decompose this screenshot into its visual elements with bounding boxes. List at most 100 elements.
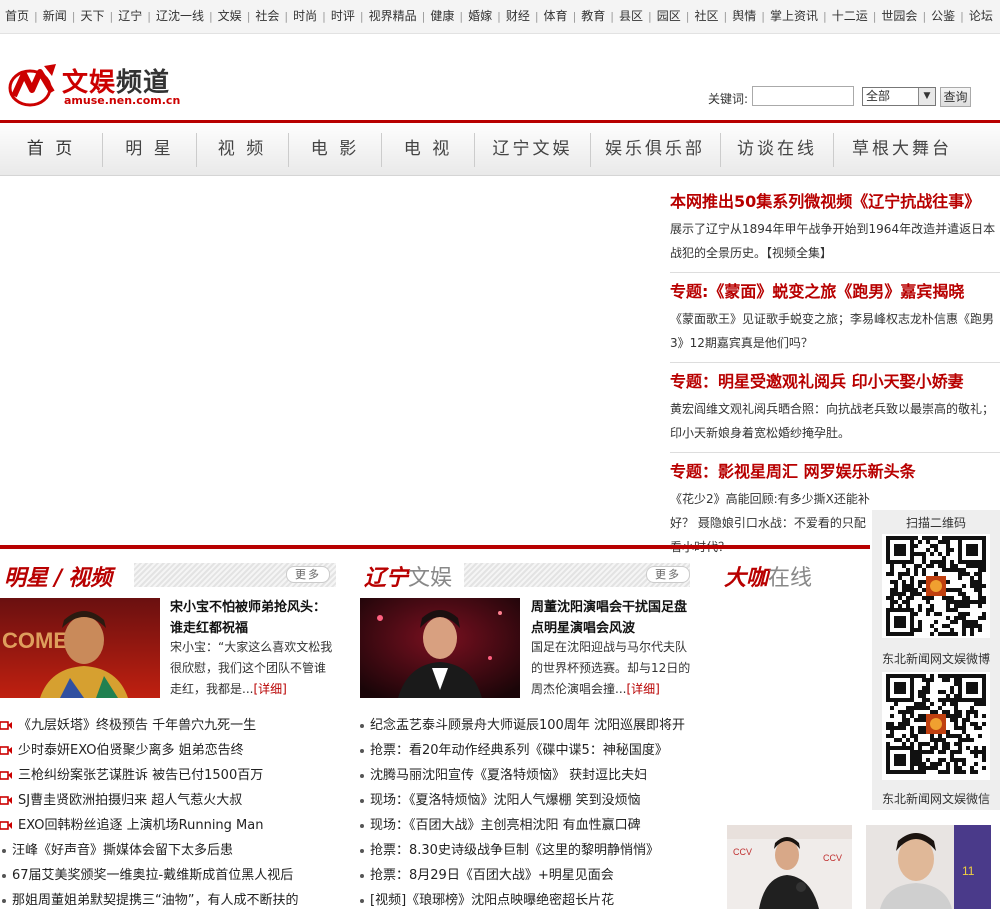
section-title-a: 大咖 — [724, 565, 769, 591]
top-nav-item[interactable]: 文娱 — [213, 0, 247, 32]
main-nav-item[interactable]: 视 频 — [196, 123, 288, 176]
qr-box-weixin[interactable] — [882, 672, 990, 780]
feature-title-liaoning[interactable]: 周董沈阳演唱会干扰国足盘点明星演唱会风波 — [531, 597, 691, 639]
main-nav: 首 页明 星视 频电 影电 视辽宁文娱 娱乐俱乐部 访谈在线 草根大舞台 — [0, 120, 1000, 176]
site-logo[interactable]: 文娱频道 amuse.nen.com.cn — [8, 62, 188, 112]
top-nav-item[interactable]: 财经 — [501, 0, 535, 32]
top-nav-item[interactable]: 体育 — [539, 0, 573, 32]
main-nav-item[interactable]: 娱乐俱乐部 — [590, 123, 720, 176]
search-input[interactable] — [752, 86, 854, 106]
top-nav-item[interactable]: 天下 — [75, 0, 109, 32]
top-nav-item[interactable]: 视界精品 — [364, 0, 422, 32]
bullet-icon — [2, 898, 6, 903]
headline-title[interactable]: 专题：明星受邀观礼阅兵 印小天娶小娇妻 — [670, 370, 1000, 394]
top-nav-item[interactable]: 辽宁 — [113, 0, 147, 32]
top-nav-item[interactable]: 辽沈一线 — [151, 0, 209, 32]
bullet-icon — [360, 723, 364, 728]
list-item[interactable]: 《九层妖塔》终极预告 千年兽穴九死一生 — [0, 713, 340, 738]
section-title-a: 明星 — [4, 565, 49, 591]
main-nav-item[interactable]: 访谈在线 — [721, 123, 833, 176]
list-item[interactable]: 沈腾马丽沈阳宣传《夏洛特烦恼》 获封逗比夫妇 — [358, 763, 702, 788]
main-nav-item[interactable]: 首 页 — [0, 123, 102, 176]
top-nav-item[interactable]: 论坛 — [964, 0, 998, 32]
feature-image-liaoning[interactable] — [360, 598, 520, 698]
top-nav-item[interactable]: 新闻 — [38, 0, 72, 32]
headline-desc: 《蒙面歌王》见证歌手蜕变之旅；李易峰权志龙朴信惠《跑男3》12期嘉宾真是他们吗？ — [670, 312, 995, 350]
list-item[interactable]: 现场：《夏洛特烦恼》沈阳人气爆棚 笑到没烦恼 — [358, 788, 702, 813]
list-item[interactable]: 汪峰《好声音》撕媒体会留下太多后患 — [0, 838, 340, 863]
top-nav-item[interactable]: 县区 — [614, 0, 648, 32]
more-button-liaoning[interactable]: 更多 — [646, 566, 690, 583]
top-nav-item[interactable]: 首页 — [0, 0, 34, 32]
list-item-text: 抢票：看20年动作经典系列《碟中谍5：神秘国度》 — [370, 743, 668, 758]
bullet-icon — [360, 848, 364, 853]
feature-desc-star: 宋小宝：“大家这么喜欢文松我很欣慰，我们这个团队不管谁走红，我都是...[详细] — [170, 637, 335, 700]
svg-text:CCV: CCV — [823, 853, 842, 863]
top-nav-item[interactable]: 教育 — [576, 0, 610, 32]
top-nav-item[interactable]: 园区 — [652, 0, 686, 32]
video-icon — [0, 771, 12, 780]
list-item[interactable]: 三枪纠纷案张艺谋胜诉 被告已付1500百万 — [0, 763, 340, 788]
list-item[interactable]: SJ曹圭贤欧洲拍摄归来 超人气惹火大叔 — [0, 788, 340, 813]
feature-more-link[interactable]: [详细] — [253, 682, 286, 696]
main-nav-item[interactable]: 明 星 — [103, 123, 196, 176]
feature-more-link[interactable]: [详细] — [626, 682, 659, 696]
top-nav-item[interactable]: 十二运 — [827, 0, 873, 32]
list-item-text: 抢票：8月29日《百团大战》+明星见面会 — [370, 868, 614, 883]
main-nav-item[interactable]: 辽宁文娱 — [475, 123, 590, 176]
section-title-b: 文娱 — [408, 566, 453, 591]
feature-title-star[interactable]: 宋小宝不怕被师弟抢风头：谁走红都祝福 — [170, 597, 335, 639]
qr-box-weibo[interactable] — [882, 534, 990, 638]
list-item[interactable]: 现场：《百团大战》主创亮相沈阳 有血性赢口碑 — [358, 813, 702, 838]
list-item[interactable]: EXO回韩粉丝追逐 上演机场Running Man — [0, 813, 340, 838]
list-item[interactable]: 少时泰妍EXO伯贤聚少离多 姐弟恋告终 — [0, 738, 340, 763]
headline-title[interactable]: 本网推出50集系列微视频《辽宁抗战往事》 — [670, 190, 1000, 214]
top-nav-item[interactable]: 社会 — [250, 0, 284, 32]
list-item[interactable]: 抢票：8.30史诗级战争巨制《这里的黎明静悄悄》 — [358, 838, 702, 863]
main-nav-item[interactable]: 电 影 — [289, 123, 381, 176]
logo-mark-icon — [8, 64, 56, 107]
list-item[interactable]: 那姐周董姐弟默契提携三“油物”，有人成不断扶的 — [0, 888, 340, 909]
list-item[interactable]: 抢票：8月29日《百团大战》+明星见面会 — [358, 863, 702, 888]
list-item[interactable]: 67届艾美奖颁奖一维奥拉-戴维斯成首位黑人视后 — [0, 863, 340, 888]
top-nav-item[interactable]: 社区 — [689, 0, 723, 32]
list-item[interactable]: 纪念盂艺泰斗顾景舟大师诞辰100周年 沈阳巡展即将开 — [358, 713, 702, 738]
top-nav-item[interactable]: 公鉴 — [926, 0, 960, 32]
interview-image-2[interactable]: 11 — [866, 825, 991, 909]
svg-text:11: 11 — [962, 864, 975, 878]
list-item-text: [视频]《琅琊榜》沈阳点映曝绝密超长片花 — [370, 893, 615, 908]
list-item[interactable]: [视频]《琅琊榜》沈阳点映曝绝密超长片花 — [358, 888, 702, 909]
headline-3: 专题：明星受邀观礼阅兵 印小天娶小娇妻 黄宏阎维文观礼阅兵晒合照：向抗战老兵致以… — [670, 370, 1000, 445]
list-item-text: 沈腾马丽沈阳宣传《夏洛特烦恼》 获封逗比夫妇 — [370, 768, 648, 783]
more-button-star[interactable]: 更多 — [286, 566, 330, 583]
main-nav-item[interactable]: 电 视 — [382, 123, 474, 176]
section-divider — [0, 545, 870, 549]
headline-title[interactable]: 专题:《蒙面》蜕变之旅《跑男》嘉宾揭晓 — [670, 280, 1000, 304]
top-nav-item[interactable]: 婚嫁 — [463, 0, 497, 32]
top-nav-item[interactable]: 时尚 — [288, 0, 322, 32]
photo-placeholder-icon: CCV CCV — [727, 825, 852, 909]
photo-placeholder-icon: COMEDY — [0, 598, 160, 698]
list-item[interactable]: 抢票：看20年动作经典系列《碟中谍5：神秘国度》 — [358, 738, 702, 763]
top-nav-item[interactable]: 时评 — [326, 0, 360, 32]
interview-image-1[interactable]: CCV CCV — [727, 825, 852, 909]
list-liaoning: 纪念盂艺泰斗顾景舟大师诞辰100周年 沈阳巡展即将开抢票：看20年动作经典系列《… — [358, 713, 702, 909]
headline-title[interactable]: 专题：影视星周汇 网罗娱乐新头条 — [670, 460, 916, 484]
bullet-icon — [360, 873, 364, 878]
bullet-icon — [360, 773, 364, 778]
section-liaoning-header: 辽宁文娱 更多 — [364, 560, 690, 591]
qr-label-weixin: 东北新闻网文娱微信 — [881, 792, 990, 806]
main-nav-item[interactable]: 草根大舞台 — [834, 123, 970, 176]
page: 首页 | 新闻 | 天下 | 辽宁 | 辽沈一线 | 文娱 | 社会 | 时尚 | 时评 | 视界精品 | 健康 | 婚嫁 |… — [0, 0, 1000, 909]
top-nav-item[interactable]: 掌上资讯 — [765, 0, 823, 32]
top-nav-item[interactable]: 世园会 — [876, 0, 922, 32]
top-nav-item[interactable]: 健康 — [425, 0, 459, 32]
search-button[interactable]: 查询 — [940, 87, 971, 107]
feature-image-star[interactable]: COMEDY — [0, 598, 160, 698]
bullet-icon — [2, 873, 6, 878]
video-icon — [0, 746, 12, 755]
search-category-select[interactable]: 全部 ▼ — [862, 87, 936, 106]
qr-code-icon — [886, 536, 986, 636]
top-nav-item[interactable]: 舆情 — [727, 0, 761, 32]
section-title-b: 视频 — [68, 565, 113, 591]
